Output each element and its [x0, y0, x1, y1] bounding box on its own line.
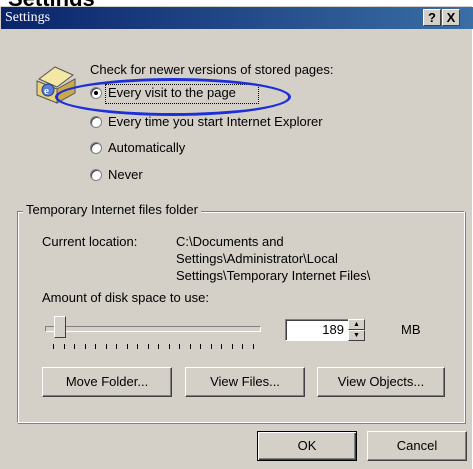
current-location-label: Current location:: [42, 234, 138, 249]
slider-tick: [210, 344, 212, 349]
disk-space-slider-track[interactable]: [45, 326, 261, 332]
current-location-line-2: Settings\Administrator\Local: [176, 251, 338, 266]
radio-every-start[interactable]: [90, 116, 102, 128]
slider-tick: [147, 344, 149, 349]
spin-up-button[interactable]: ▲: [348, 319, 365, 330]
view-objects-button[interactable]: View Objects...: [317, 367, 445, 397]
slider-tick: [63, 344, 65, 349]
help-button[interactable]: ?: [423, 9, 441, 26]
slider-tick: [168, 344, 170, 349]
current-location-line-1: C:\Documents and: [176, 234, 284, 249]
close-button[interactable]: X: [442, 9, 460, 26]
svg-text:e: e: [44, 85, 49, 97]
spin-down-button[interactable]: ▼: [348, 330, 365, 341]
check-heading: Check for newer versions of stored pages…: [90, 62, 334, 77]
radio-label-every-start[interactable]: Every time you start Internet Explorer: [108, 114, 323, 129]
move-folder-button[interactable]: Move Folder...: [42, 367, 172, 397]
view-files-button[interactable]: View Files...: [185, 367, 305, 397]
slider-tick: [158, 344, 159, 349]
disk-space-slider-thumb[interactable]: [53, 316, 66, 338]
slider-tick: [189, 344, 191, 349]
slider-tick: [95, 344, 96, 349]
radio-never[interactable]: [90, 169, 102, 181]
radio-label-never[interactable]: Never: [108, 167, 143, 182]
annotation-ellipse: [55, 78, 291, 116]
current-location-line-3: Settings\Temporary Internet Files\: [176, 268, 371, 283]
slider-tick: [252, 344, 254, 349]
disk-space-unit: MB: [401, 322, 421, 337]
disk-space-label: Amount of disk space to use:: [42, 290, 209, 305]
slider-tick: [231, 344, 233, 349]
radio-label-automatically[interactable]: Automatically: [108, 140, 185, 155]
slider-tick: [126, 344, 128, 349]
slider-tick: [221, 344, 222, 349]
title-bar[interactable]: Settings ? X: [1, 7, 473, 29]
slider-tick: [74, 344, 75, 349]
slider-tick: [200, 344, 201, 349]
slider-tick: [242, 344, 243, 349]
radio-automatically[interactable]: [90, 142, 102, 154]
disk-space-input[interactable]: 189: [285, 319, 349, 341]
slider-tick: [179, 344, 180, 349]
slider-tick: [105, 344, 107, 349]
slider-tick: [137, 344, 138, 349]
cancel-button[interactable]: Cancel: [367, 431, 467, 461]
settings-dialog: Settings ? X e Check for newer versions …: [0, 6, 473, 469]
slider-tick: [53, 344, 54, 349]
slider-tick: [84, 344, 86, 349]
slider-tick: [116, 344, 117, 349]
window-title: Settings: [5, 10, 51, 25]
ok-button[interactable]: OK: [257, 431, 357, 461]
temp-files-group-title: Temporary Internet files folder: [23, 202, 201, 217]
